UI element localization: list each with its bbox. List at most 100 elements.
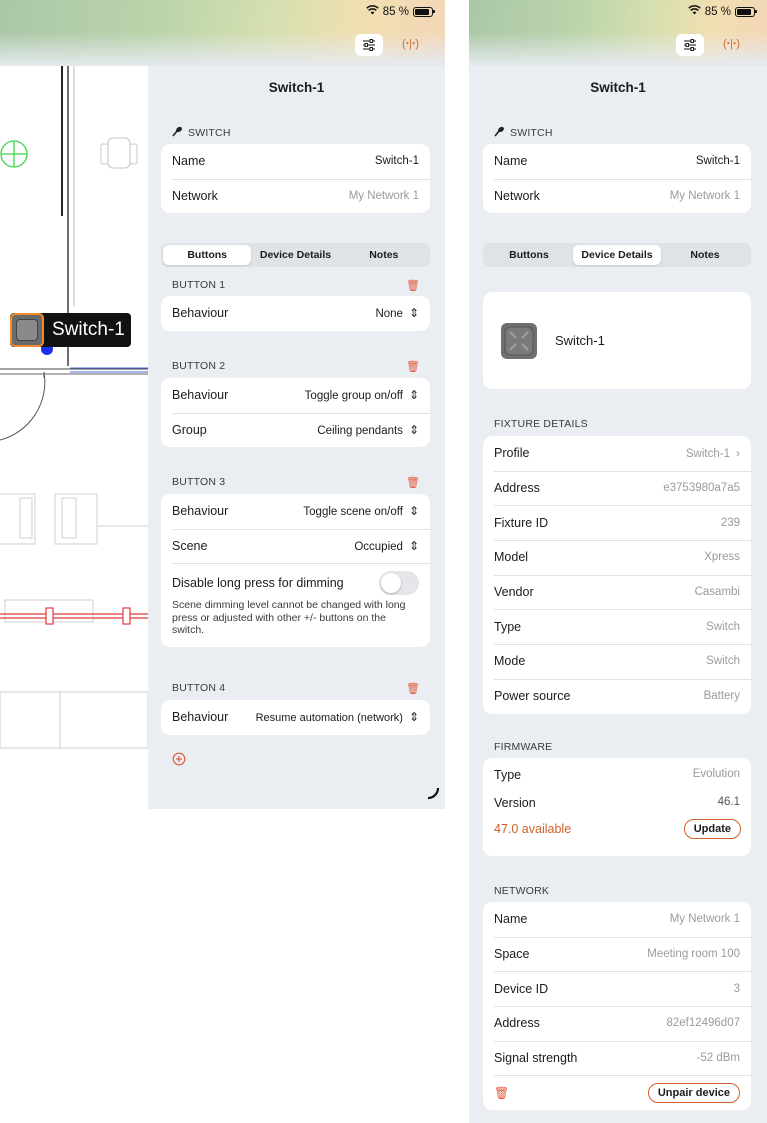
battery-icon <box>735 6 757 17</box>
right-name-row[interactable]: Name Switch-1 <box>483 144 751 179</box>
device-id-row: Device ID 3 <box>483 971 751 1006</box>
updown-chevron-icon: ⇕ <box>408 710 419 725</box>
right-info-card: Name Switch-1 Network My Network 1 <box>483 144 751 214</box>
firmware-card: Type Evolution Version 46.1 47.0 availab… <box>483 758 751 856</box>
add-button[interactable] <box>172 752 186 769</box>
update-button[interactable]: Update <box>683 819 741 839</box>
button-2-card: Behaviour Toggle group on/off ⇕ Group Cei… <box>161 378 430 448</box>
switch-device-icon <box>10 313 44 347</box>
floor-plan[interactable]: Switch-1 <box>0 66 148 811</box>
status-bar: 85 % <box>366 5 435 18</box>
button-4-behaviour-row[interactable]: Behaviour Resume automation (network) ⇕ <box>161 700 430 735</box>
device-label: Switch-1 <box>52 319 125 340</box>
fixture-details-header: FIXTURE DETAILS <box>494 418 588 430</box>
updown-chevron-icon: ⇕ <box>408 388 419 403</box>
delete-button-2[interactable]: 🗑 <box>406 360 420 373</box>
button-2-header: BUTTON 2 <box>172 360 226 372</box>
sliders-icon <box>684 39 696 51</box>
trash-icon: 🗑 <box>406 361 420 373</box>
left-panel-title: Switch-1 <box>268 80 325 95</box>
fixture-details-card: Profile Switch-1 › Address e3753980a7a5 F… <box>483 436 751 714</box>
tab-buttons[interactable]: Buttons <box>163 245 252 265</box>
network-header: NETWORK <box>494 885 550 897</box>
left-network-row[interactable]: Network My Network 1 <box>161 178 430 214</box>
fixture-id-row: Fixture ID 239 <box>483 505 751 540</box>
button-2-group-row[interactable]: Group Ceiling pendants ⇕ <box>161 412 430 448</box>
signal-strength-row: Signal strength -52 dBm <box>483 1040 751 1076</box>
button-3-scene-row[interactable]: Scene Occupied ⇕ <box>161 528 430 564</box>
trash-icon: 🗑 <box>494 1085 510 1100</box>
chevron-right-icon: › <box>736 446 740 461</box>
corner-handle-icon <box>427 787 440 800</box>
updown-chevron-icon: ⇕ <box>408 504 419 519</box>
updown-chevron-icon: ⇕ <box>408 423 419 438</box>
updown-chevron-icon: ⇕ <box>408 306 419 321</box>
button-1-header: BUTTON 1 <box>172 279 226 291</box>
button-3-header: BUTTON 3 <box>172 476 226 488</box>
switch-icon <box>172 126 183 140</box>
address-row: Address e3753980a7a5 <box>483 470 751 506</box>
wifi-icon <box>366 5 379 18</box>
status-bar: 85 % <box>688 5 757 18</box>
antenna-icon: (ꞏ|ꞏ) <box>402 38 419 50</box>
right-top-bar: 85 % (ꞏ|ꞏ) <box>469 0 767 66</box>
resize-handle[interactable] <box>426 786 440 803</box>
left-top-bar: 85 % (ꞏ|ꞏ) <box>0 0 445 66</box>
switch-icon <box>494 126 505 140</box>
long-press-toggle[interactable] <box>379 571 419 596</box>
battery-percent: 85 % <box>382 5 409 18</box>
antenna-icon: (ꞏ|ꞏ) <box>723 38 740 50</box>
firmware-type-row: Type Evolution <box>494 768 740 782</box>
plus-circle-icon <box>172 752 186 766</box>
left-info-card: Name Switch-1 Network My Network 1 <box>161 144 430 214</box>
network-card: Name My Network 1 Space Meeting room 100… <box>483 902 751 1111</box>
tab-device-details[interactable]: Device Details <box>251 245 339 265</box>
button-3-behaviour-row[interactable]: Behaviour Toggle scene on/off ⇕ <box>161 494 430 529</box>
type-row: Type Switch <box>483 609 751 644</box>
right-panel-title: Switch-1 <box>590 80 646 95</box>
unpair-row: 🗑 Unpair device <box>483 1075 751 1110</box>
button-3-card: Behaviour Toggle scene on/off ⇕ Scene Occ… <box>161 494 430 647</box>
button-2-behaviour-row[interactable]: Behaviour Toggle group on/off ⇕ <box>161 378 430 413</box>
power-source-row: Power source Battery <box>483 678 751 714</box>
radio-signal-button[interactable]: (ꞏ|ꞏ) <box>723 36 740 51</box>
long-press-label: Disable long press for dimming <box>172 576 344 591</box>
button-4-card: Behaviour Resume automation (network) ⇕ <box>161 700 430 735</box>
tab-device-details[interactable]: Device Details <box>573 245 661 265</box>
battery-percent: 85 % <box>704 5 731 18</box>
unpair-device-button[interactable]: Unpair device <box>647 1082 740 1103</box>
button-4-header: BUTTON 4 <box>172 682 226 694</box>
button-1-behaviour-row[interactable]: Behaviour None ⇕ <box>161 296 430 331</box>
firmware-available: 47.0 available <box>494 822 572 836</box>
trash-icon: 🗑 <box>406 683 420 695</box>
firmware-update-row: 47.0 available Update <box>494 819 741 839</box>
switch-device-icon <box>501 322 537 359</box>
delete-button-3[interactable]: 🗑 <box>406 476 420 489</box>
network-address-row: Address 82ef12496d07 <box>483 1006 751 1041</box>
tab-buttons[interactable]: Buttons <box>485 245 573 265</box>
delete-button-1[interactable]: 🗑 <box>406 279 420 292</box>
tab-notes[interactable]: Notes <box>340 245 428 265</box>
vendor-row: Vendor Casambi <box>483 574 751 610</box>
firmware-version-row: Version 46.1 <box>494 796 740 810</box>
filters-button[interactable] <box>676 34 704 56</box>
mode-row: Mode Switch <box>483 644 751 679</box>
long-press-footnote: Scene dimming level cannot be changed wi… <box>172 599 406 637</box>
radio-signal-button[interactable]: (ꞏ|ꞏ) <box>402 36 419 51</box>
floor-plan-drawing <box>0 66 148 749</box>
button-1-card: Behaviour None ⇕ <box>161 296 430 331</box>
tab-notes[interactable]: Notes <box>661 245 749 265</box>
right-section-header: SWITCH <box>494 126 553 140</box>
left-name-row[interactable]: Name Switch-1 <box>161 144 430 179</box>
trash-icon: 🗑 <box>406 280 420 292</box>
space-row: Space Meeting room 100 <box>483 936 751 972</box>
right-network-row[interactable]: Network My Network 1 <box>483 178 751 214</box>
profile-row[interactable]: Profile Switch-1 › <box>483 436 751 471</box>
delete-device-button[interactable]: 🗑 <box>494 1086 509 1100</box>
delete-button-4[interactable]: 🗑 <box>406 682 420 695</box>
battery-icon <box>413 6 435 17</box>
device-marker[interactable]: Switch-1 <box>10 313 131 347</box>
filters-button[interactable] <box>355 34 383 56</box>
model-row: Model Xpress <box>483 540 751 575</box>
left-tab-control: Buttons Device Details Notes <box>161 243 430 267</box>
